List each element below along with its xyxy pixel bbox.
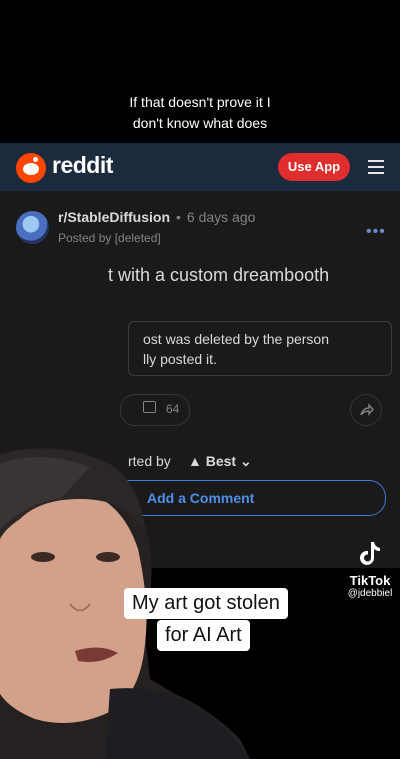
more-options-icon[interactable]: ••• [366,223,386,241]
deleted-notice-box [128,321,392,376]
separator-dot: • [176,209,181,225]
deleted-notice-line1: ost was deleted by the person [143,331,330,347]
tiktok-logo-icon [360,542,380,565]
posted-by: Posted by [deleted] [58,231,161,245]
reddit-logo-text[interactable]: reddit [52,152,113,179]
hamburger-icon[interactable] [368,160,384,174]
subreddit-avatar[interactable] [16,211,49,244]
top-caption-line2: don't know what does [132,115,268,131]
comment-count: 64 [166,402,180,416]
comment-icon [143,401,156,413]
bottom-caption-line2: for AI Art [157,620,250,651]
top-caption-line1: If that doesn't prove it I [129,94,271,110]
use-app-button[interactable]: Use App [278,153,350,181]
subreddit-name[interactable]: r/StableDiffusion [58,209,170,225]
deleted-notice-line2: lly posted it. [143,351,217,367]
reddit-logo-icon[interactable] [16,153,46,183]
reddit-header: reddit Use App [0,143,400,191]
top-caption: If that doesn't prove it I don't know wh… [0,92,400,134]
post-area: r/StableDiffusion • 6 days ago Posted by [… [0,191,400,759]
tiktok-handle: @jdebbiel [347,588,393,599]
bottom-caption-line1: My art got stolen [124,588,288,619]
share-button[interactable] [350,394,382,426]
post-age: 6 days ago [186,209,256,225]
tiktok-watermark: TikTok @jdebbiel [344,538,396,599]
tiktok-name: TikTok [349,573,391,588]
share-arrow-icon [360,403,374,416]
subreddit-line: r/StableDiffusion • 6 days ago [58,209,255,225]
post-title: t with a custom dreambooth [108,265,330,285]
